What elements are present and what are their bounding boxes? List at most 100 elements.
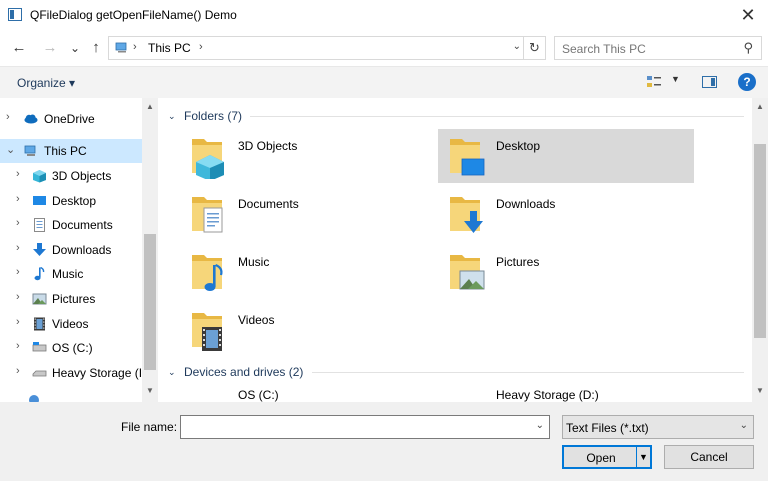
back-arrow-icon[interactable]: ← xyxy=(10,39,28,57)
desktop-icon xyxy=(33,196,46,205)
close-icon[interactable]: ✕ xyxy=(738,5,758,25)
command-toolbar: Organize ▾ ▼ ? xyxy=(0,66,768,98)
app-window-icon xyxy=(8,8,22,21)
cancel-button[interactable]: Cancel xyxy=(664,445,754,469)
computer-icon xyxy=(115,42,127,53)
breadcrumb-separator-icon[interactable]: › xyxy=(199,41,203,53)
expand-chevron-icon[interactable]: › xyxy=(16,168,20,180)
downloads-folder-icon xyxy=(450,197,483,233)
cloud-icon xyxy=(24,114,38,124)
drive-tile-heavy-storage[interactable]: Heavy Storage (D:) xyxy=(438,382,694,402)
drive-tile-os-c[interactable]: OS (C:) xyxy=(180,382,436,402)
scrollbar-thumb[interactable] xyxy=(754,144,766,338)
forward-arrow-icon[interactable]: → xyxy=(41,39,59,57)
folder-tile-downloads[interactable]: Downloads xyxy=(438,187,694,241)
documents-folder-icon xyxy=(192,197,223,233)
expand-chevron-icon[interactable]: › xyxy=(16,193,20,205)
folder-tile-documents[interactable]: Documents xyxy=(180,187,436,241)
view-options-dropdown-icon[interactable]: ▼ xyxy=(671,74,680,84)
expand-chevron-icon[interactable]: › xyxy=(16,316,20,328)
file-list-scrollbar[interactable]: ▲ ▼ xyxy=(752,98,768,402)
recent-locations-chevron-icon[interactable]: ⌄ xyxy=(66,39,84,57)
expand-chevron-icon[interactable]: › xyxy=(16,266,20,278)
collapse-chevron-icon[interactable]: ⌄ xyxy=(168,367,184,378)
devices-group-header[interactable]: ⌄ Devices and drives (2) xyxy=(168,363,303,381)
drive-icon xyxy=(32,370,47,377)
collapse-chevron-icon[interactable]: ⌄ xyxy=(6,143,15,156)
address-field[interactable]: › This PC › ⌄ ↻ xyxy=(108,36,546,60)
drive-icon xyxy=(32,342,47,352)
sidebar-item-this-pc[interactable]: ⌄ This PC xyxy=(0,139,142,163)
folder-name: Videos xyxy=(238,313,275,327)
title-bar: QFileDialog getOpenFileName() Demo ✕ xyxy=(0,0,768,31)
chevron-down-icon[interactable]: ⌄ xyxy=(740,420,748,431)
expand-chevron-icon[interactable]: › xyxy=(16,365,20,377)
expand-chevron-icon[interactable]: › xyxy=(6,111,10,123)
computer-icon xyxy=(24,145,36,156)
expand-chevron-icon[interactable]: › xyxy=(16,340,20,352)
folder-tile-pictures[interactable]: Pictures xyxy=(438,245,694,299)
change-view-icon[interactable] xyxy=(646,75,662,89)
sidebar-item-videos[interactable]: › Videos xyxy=(0,312,142,336)
folders-group-header[interactable]: ⌄ Folders (7) xyxy=(168,107,242,125)
search-input[interactable]: Search This PC ⚲ xyxy=(554,36,762,60)
folders-group-title: Folders (7) xyxy=(184,109,243,123)
sidebar-item-label: OS (C:) xyxy=(52,341,93,355)
sidebar-item-label: Pictures xyxy=(52,292,96,306)
navigation-pane-scrollbar[interactable]: ▲ ▼ xyxy=(142,98,158,402)
folder-tile-desktop[interactable]: Desktop xyxy=(438,129,694,183)
sidebar-item-music[interactable]: › Music xyxy=(0,262,142,286)
sidebar-item-onedrive[interactable]: › OneDrive xyxy=(0,107,142,131)
sidebar-item-desktop[interactable]: › Desktop xyxy=(0,189,142,213)
network-icon xyxy=(29,395,39,402)
scroll-down-icon[interactable]: ▼ xyxy=(146,386,154,395)
sidebar-item-label: 3D Objects xyxy=(52,169,112,183)
preview-pane-icon[interactable] xyxy=(702,76,717,88)
sidebar-item-label: Downloads xyxy=(52,243,112,257)
help-icon[interactable]: ? xyxy=(738,73,756,91)
folder-name: Downloads xyxy=(496,197,556,211)
expand-chevron-icon[interactable]: › xyxy=(16,242,20,254)
folder-tile-3d-objects[interactable]: 3D Objects xyxy=(180,129,436,183)
file-type-filter-select[interactable]: Text Files (*.txt) ⌄ xyxy=(562,415,754,439)
breadcrumb-separator-icon[interactable]: › xyxy=(133,41,137,53)
open-button[interactable]: Open ▼ xyxy=(562,445,652,469)
organize-menu-button[interactable]: Organize ▾ xyxy=(17,76,75,90)
scroll-down-icon[interactable]: ▼ xyxy=(756,386,764,395)
picture-icon xyxy=(32,293,47,305)
collapse-chevron-icon[interactable]: ⌄ xyxy=(168,111,184,122)
sidebar-item-os-c[interactable]: › OS (C:) xyxy=(0,336,142,360)
up-arrow-icon[interactable]: ↑ xyxy=(87,39,105,57)
sidebar-item-documents[interactable]: › Documents xyxy=(0,213,142,237)
folder-tile-videos[interactable]: Videos xyxy=(180,303,436,357)
navigation-pane: › OneDrive ⌄ This PC › 3D Objects › Desk… xyxy=(0,98,158,402)
music-folder-icon xyxy=(192,255,223,291)
sidebar-item-pictures[interactable]: › Pictures xyxy=(0,287,142,311)
sidebar-item-heavy-storage[interactable]: › Heavy Storage (I xyxy=(0,361,142,385)
folder-tile-music[interactable]: Music xyxy=(180,245,436,299)
pictures-folder-icon xyxy=(450,255,485,290)
breadcrumb-this-pc[interactable]: This PC xyxy=(148,41,191,55)
file-name-input[interactable]: ⌄ xyxy=(180,415,550,439)
window-title: QFileDialog getOpenFileName() Demo xyxy=(30,8,237,22)
desktop-folder-icon xyxy=(450,139,485,176)
scroll-up-icon[interactable]: ▲ xyxy=(756,102,764,111)
cube-folder-icon xyxy=(192,139,224,179)
sidebar-item-label: Heavy Storage (I xyxy=(52,366,143,380)
sidebar-item-downloads[interactable]: › Downloads xyxy=(0,238,142,262)
folder-name: 3D Objects xyxy=(238,139,298,153)
sidebar-item-3d-objects[interactable]: › 3D Objects xyxy=(0,164,142,188)
expand-chevron-icon[interactable]: › xyxy=(16,217,20,229)
search-icon[interactable]: ⚲ xyxy=(743,40,753,56)
scroll-up-icon[interactable]: ▲ xyxy=(146,102,154,111)
videos-folder-icon xyxy=(192,313,222,351)
open-options-dropdown-icon[interactable]: ▼ xyxy=(636,447,650,467)
scrollbar-thumb[interactable] xyxy=(144,234,156,370)
expand-chevron-icon[interactable]: › xyxy=(16,291,20,303)
sidebar-item-label: Music xyxy=(52,267,84,281)
folder-name: Desktop xyxy=(496,139,541,153)
sidebar-item-label: Desktop xyxy=(52,194,97,208)
file-name-dropdown-icon[interactable]: ⌄ xyxy=(536,420,544,431)
refresh-icon[interactable]: ↻ xyxy=(523,37,545,59)
address-history-dropdown-icon[interactable]: ⌄ xyxy=(513,41,521,52)
